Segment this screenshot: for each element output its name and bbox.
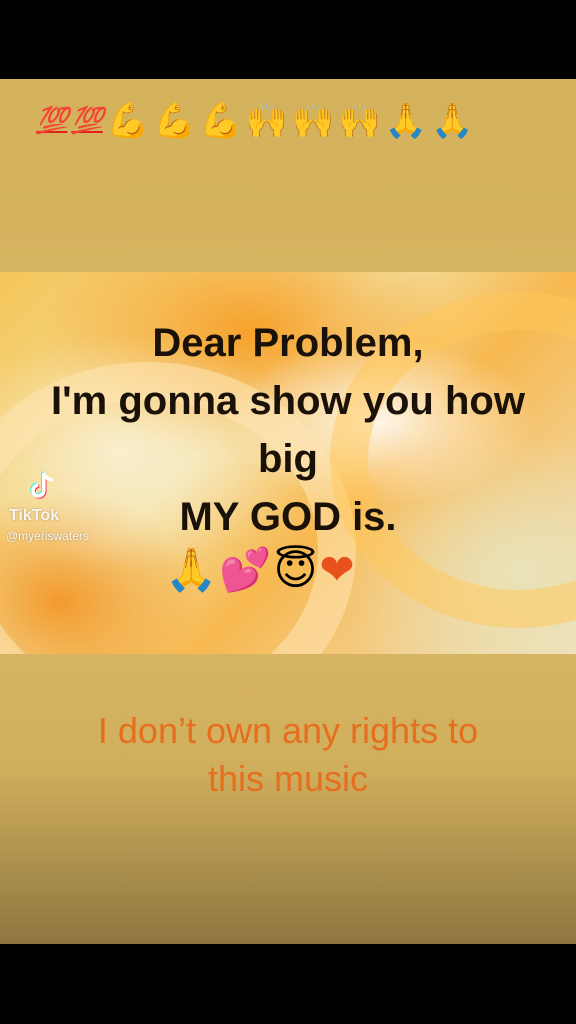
muscle-emoji: 💪: [153, 101, 196, 141]
video-frame[interactable]: 💯 💯 💪 💪 💪 🙌 🙌 🙌 🙏 🙏 Dear Problem, I'm go…: [0, 79, 576, 944]
quote-line: big: [258, 437, 318, 481]
tiktok-app-name: TikTok: [9, 507, 60, 524]
bottom-letterbox: [0, 944, 576, 1024]
raised-hands-emoji: 🙌: [245, 101, 289, 141]
pray-emoji: 🙏: [384, 101, 428, 141]
heart-emoji: ❤: [319, 545, 355, 594]
disclaimer-line: I don’t own any rights to: [97, 710, 479, 751]
disclaimer-line: this music: [207, 758, 369, 799]
quote-text: Dear Problem, I'm gonna show you how big…: [0, 314, 576, 546]
quote-image: Dear Problem, I'm gonna show you how big…: [0, 272, 576, 654]
hundred-emoji: 💯: [71, 106, 103, 136]
muscle-emoji: 💪: [199, 101, 242, 141]
two-hearts-emoji: 💕: [219, 545, 272, 594]
top-letterbox: [0, 0, 576, 79]
emoji-row-bottom: 🙏 💕 😇 ❤: [165, 542, 355, 598]
quote-line: I'm gonna show you how: [51, 379, 525, 423]
smiling-halo-emoji: 😇: [273, 545, 318, 594]
raised-hands-emoji: 🙌: [292, 101, 335, 141]
tiktok-logo-icon: [30, 471, 53, 499]
quote-line: Dear Problem,: [152, 321, 424, 365]
muscle-emoji: 💪: [106, 101, 150, 141]
pray-emoji: 🙏: [165, 545, 218, 594]
tiktok-username: @myeriswaters: [6, 529, 89, 543]
raised-hands-emoji: 🙌: [338, 101, 381, 141]
music-disclaimer: I don’t own any rights to this music: [0, 707, 576, 803]
emoji-row: 💯 💯 💪 💪 💪 🙌 🙌 🙌 🙏 🙏: [36, 101, 546, 141]
pray-emoji: 🙏: [431, 101, 474, 141]
hundred-emoji: 💯: [36, 106, 68, 136]
